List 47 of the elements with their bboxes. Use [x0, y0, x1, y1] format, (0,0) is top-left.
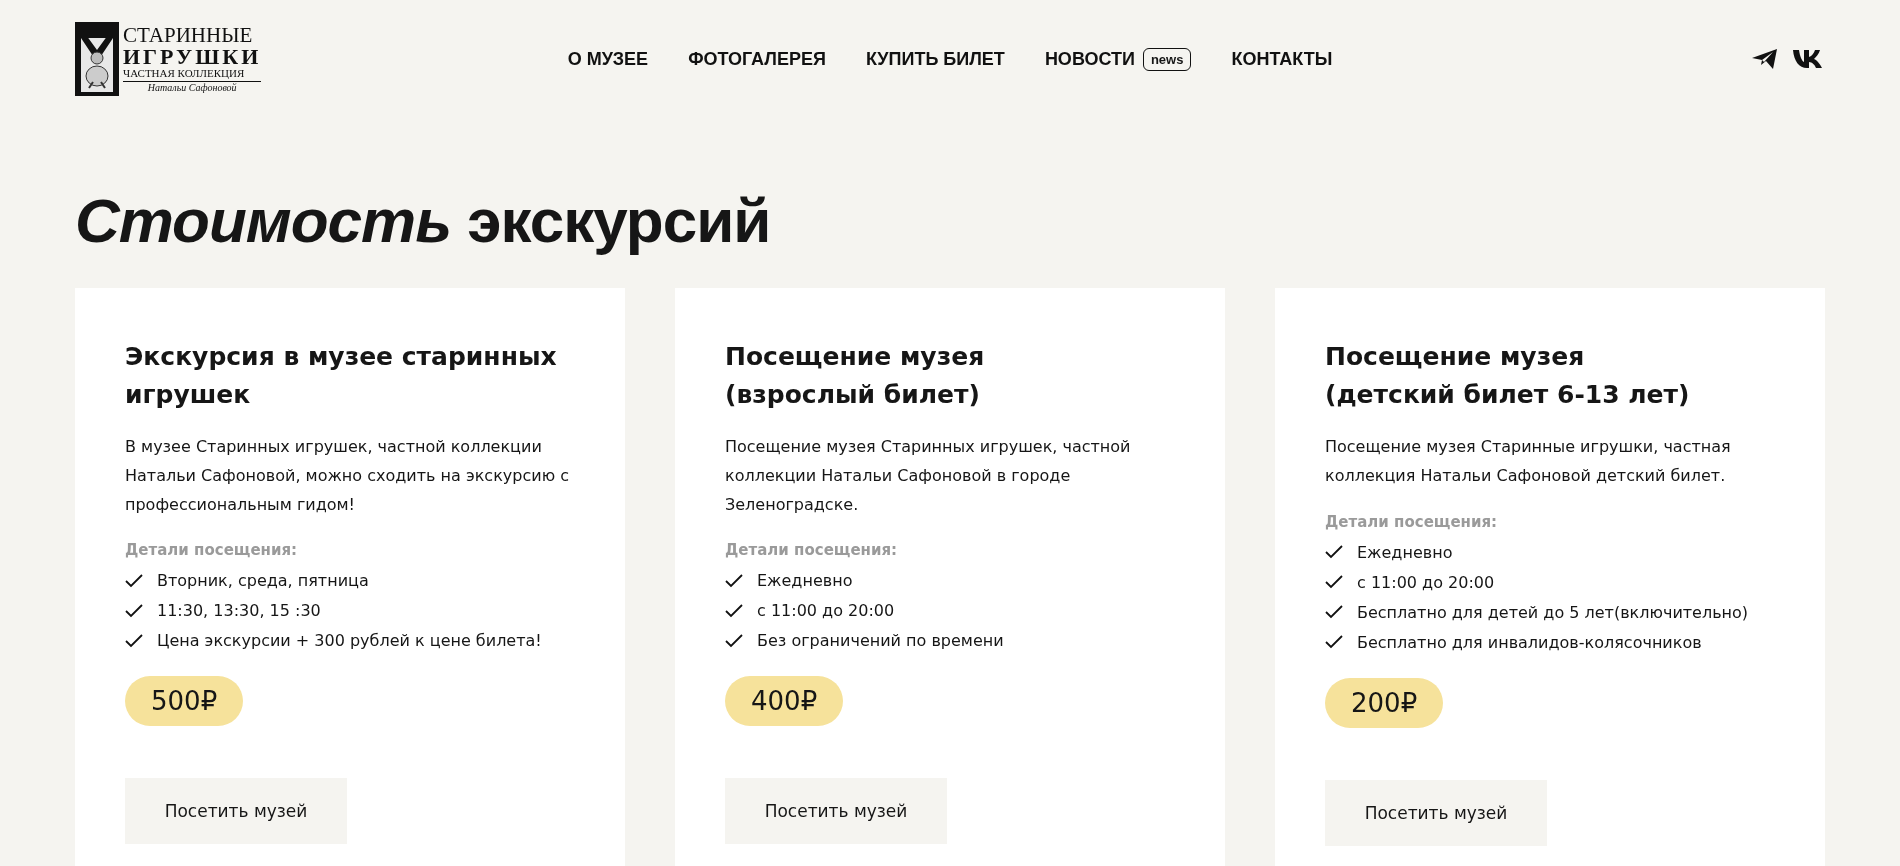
detail-text: Бесплатно для инвалидов-колясочников: [1357, 632, 1702, 652]
price-tag: 500₽: [125, 676, 244, 727]
detail-text: Ежедневно: [757, 571, 853, 591]
visit-button[interactable]: Посетить музей: [725, 778, 947, 845]
logo-title: СТАРИННЫЕ: [123, 25, 254, 46]
card-description: Посещение музея Старинных игрушек, частной коллекции Натальи Сафоновой в городе Зеленоградске.: [725, 436, 1132, 516]
visit-button[interactable]: Посетить музей: [125, 778, 347, 845]
vk-icon[interactable]: [1793, 49, 1825, 69]
card-title: Посещение музея (детский билет 6-13 лет): [1325, 341, 1691, 411]
nav-link[interactable]: КОНТАКТЫ: [1231, 48, 1333, 70]
price-tag: 400₽: [725, 676, 844, 727]
checkmark-icon: [1325, 635, 1343, 650]
detail-text: с 11:00 до 20:00: [757, 601, 895, 621]
detail-text: Бесплатно для детей до 5 лет(включительно): [1357, 602, 1749, 622]
nav-link[interactable]: КУПИТЬ БИЛЕТ: [865, 48, 1005, 70]
checkmark-icon: [725, 633, 743, 648]
details-label: Детали посещения:: [125, 541, 299, 560]
card-description: Посещение музея Старинные игрушки, частная коллекция Натальи Сафоновой детский билет.: [1325, 436, 1732, 487]
card-title: Посещение музея (взрослый билет): [725, 341, 986, 411]
checkmark-icon: [1325, 575, 1343, 590]
logo-title: ИГРУШКИ: [123, 46, 262, 68]
checkmark-icon: [725, 573, 743, 588]
card-description: В музее Старинных игрушек, частной коллекции Натальи Сафоновой, можно сходить на экскурсию с профессиональным гидом!: [125, 436, 570, 516]
nav-link[interactable]: О МУЗЕЕ: [567, 48, 649, 70]
news-badge: news: [1142, 47, 1192, 71]
checkmark-icon: [1325, 605, 1343, 620]
detail-text: Без ограничений по времени: [757, 631, 1004, 651]
detail-text: Вторник, среда, пятница: [157, 571, 369, 591]
details-label: Детали посещения:: [1325, 512, 1499, 531]
checkmark-icon: [125, 633, 143, 648]
detail-text: Ежедневно: [1357, 542, 1453, 562]
detail-text: 11:30, 13:30, 15 :30: [157, 601, 321, 621]
details-label: Детали посещения:: [725, 541, 899, 560]
detail-text: Цена экскурсии + 300 рублей к цене билета!: [157, 631, 542, 651]
price-tag: 200₽: [1325, 677, 1444, 728]
nav-link[interactable]: НОВОСТИ: [1044, 48, 1135, 70]
visit-button[interactable]: Посетить музей: [1325, 779, 1547, 846]
logo-signature: Натальи Сафоновой: [123, 81, 262, 93]
card-title: Экскурсия в музее старинных игрушек: [125, 341, 558, 411]
checkmark-icon: [125, 603, 143, 618]
checkmark-icon: [125, 573, 143, 588]
paper-plane-icon[interactable]: [1751, 47, 1779, 71]
nav-link[interactable]: ФОТОГАЛЕРЕЯ: [688, 48, 826, 70]
logo-subtitle: ЧАСТНАЯ КОЛЛЕКЦИЯ: [123, 68, 246, 79]
checkmark-icon: [725, 603, 743, 618]
detail-text: с 11:00 до 20:00: [1357, 572, 1495, 592]
checkmark-icon: [1325, 545, 1343, 560]
